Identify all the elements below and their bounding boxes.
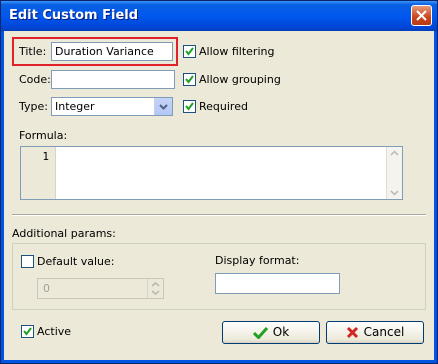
allow-filtering-checkbox[interactable] [183, 45, 196, 58]
active-checkbox[interactable] [21, 325, 34, 338]
title-bar[interactable]: Edit Custom Field [1, 1, 437, 31]
highlight-box [12, 37, 178, 66]
type-select[interactable]: Integer [51, 97, 173, 116]
dialog-title: Edit Custom Field [9, 8, 139, 23]
dialog-body: Title: Duration Variance Allow filtering… [4, 31, 434, 360]
vertical-scrollbar[interactable] [386, 147, 402, 199]
type-label: Type: [19, 100, 48, 113]
close-button[interactable] [411, 5, 432, 26]
separator [12, 214, 426, 216]
close-icon [416, 10, 427, 21]
required-checkbox[interactable] [183, 100, 196, 113]
type-select-value: Integer [55, 100, 95, 113]
cancel-button-label: Cancel [363, 325, 405, 339]
checkmark-icon [185, 47, 194, 56]
edit-custom-field-dialog: Edit Custom Field Title: Duration Varian… [0, 0, 438, 364]
code-field[interactable] [51, 70, 175, 89]
x-icon [346, 326, 358, 339]
display-format-field[interactable] [215, 273, 340, 294]
checkmark-icon [185, 75, 194, 84]
spinner-arrows-icon [151, 282, 160, 295]
checkmark-icon [185, 102, 194, 111]
display-format-label: Display format: [215, 254, 300, 267]
required-label: Required [199, 100, 248, 113]
code-label: Code: [19, 73, 51, 86]
cancel-button[interactable]: Cancel [326, 321, 424, 344]
allow-grouping-label: Allow grouping [199, 73, 281, 86]
default-value-checkbox[interactable] [21, 255, 34, 268]
ok-button-label: Ok [272, 325, 290, 339]
default-value-text: 0 [43, 282, 50, 295]
spinner-buttons [147, 279, 163, 298]
dropdown-button[interactable] [154, 98, 172, 115]
allow-filtering-label: Allow filtering [199, 45, 275, 58]
allow-grouping-checkbox[interactable] [183, 73, 196, 86]
checkmark-icon [23, 327, 32, 336]
scroll-arrows-icon [390, 150, 399, 196]
default-value-label: Default value: [37, 255, 115, 268]
active-label: Active [37, 325, 72, 338]
additional-params-label: Additional params: [12, 227, 116, 240]
formula-label: Formula: [19, 129, 68, 142]
default-value-spinner: 0 [37, 278, 164, 299]
ok-button[interactable]: Ok [222, 321, 320, 344]
line-number: 1 [42, 150, 49, 163]
additional-params-group: Default value: 0 Display format: [12, 243, 426, 310]
chevron-down-icon [159, 104, 168, 110]
line-number-gutter: 1 [21, 147, 56, 199]
formula-editor[interactable]: 1 [20, 146, 403, 200]
checkmark-icon [252, 326, 268, 340]
